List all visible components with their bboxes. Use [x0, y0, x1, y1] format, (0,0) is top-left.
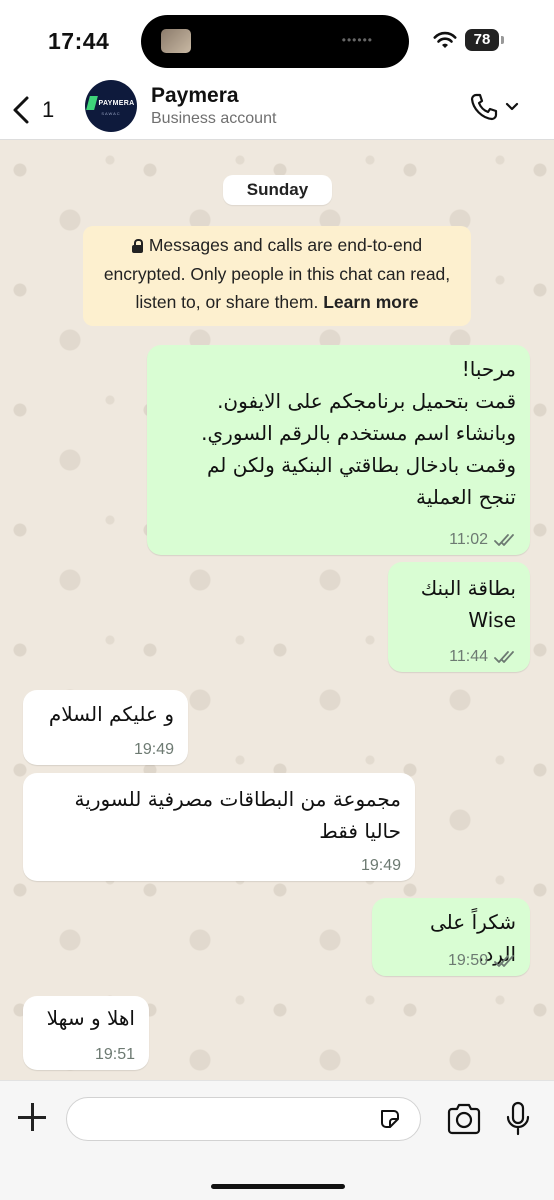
message-time: 11:44: [449, 648, 488, 665]
contact-subtitle: Business account: [151, 110, 277, 127]
message-meta: 19:51: [95, 1046, 135, 1064]
plus-icon[interactable]: [16, 1101, 48, 1133]
battery-cap: [501, 36, 504, 44]
double-check-icon: [494, 651, 514, 663]
message-line: مرحبا!: [461, 357, 516, 381]
message-text: اهلا و سهلا: [23, 996, 149, 1034]
chat-header: 1 PAYMERA SAWAC Paymera Business account: [0, 80, 554, 140]
message-line: وقمت بادخال بطاقتي البنكية ولكن لم: [206, 453, 516, 477]
message-line: مجموعة من البطاقات مصرفية للسورية: [74, 787, 401, 811]
phone-icon: [470, 93, 498, 121]
message-line: و عليكم السلام: [48, 702, 174, 726]
message-line: وبانشاء اسم مستخدم بالرقم السوري.: [201, 421, 516, 445]
lock-icon: [131, 239, 143, 253]
unread-count: 1: [42, 97, 55, 122]
paymera-logo: PAYMERA: [85, 96, 135, 110]
message-meta: 11:44: [449, 648, 516, 666]
avatar[interactable]: PAYMERA SAWAC: [85, 80, 137, 132]
home-indicator[interactable]: [211, 1184, 345, 1189]
message-bubble-outgoing[interactable]: بطاقة البنك Wise 11:44: [388, 562, 530, 672]
mic-icon[interactable]: [505, 1101, 531, 1137]
message-time: 19:49: [133, 741, 174, 758]
battery-icon: 78: [465, 29, 499, 51]
message-bubble-incoming[interactable]: مجموعة من البطاقات مصرفية للسورية حاليا …: [23, 773, 415, 881]
message-time: 19:50: [447, 952, 488, 969]
call-button[interactable]: [468, 92, 524, 122]
learn-more-link[interactable]: Learn more: [323, 292, 418, 312]
message-text: مجموعة من البطاقات مصرفية للسورية حاليا …: [23, 773, 415, 847]
message-meta: 19:49: [134, 741, 174, 759]
camera-icon[interactable]: [446, 1103, 482, 1135]
message-meta: 19:49: [361, 857, 401, 875]
message-time: 19:49: [360, 857, 401, 874]
audio-wave-icon: ••••••: [341, 33, 373, 47]
message-text: و عليكم السلام: [23, 690, 188, 730]
dynamic-island[interactable]: ••••••: [141, 15, 409, 68]
encryption-notice[interactable]: Messages and calls are end-to-end encryp…: [83, 226, 471, 326]
status-bar: 17:44 •••••• 78: [0, 0, 554, 80]
date-separator: Sunday: [223, 175, 332, 205]
composer-bar: [0, 1080, 554, 1200]
double-check-icon: [494, 955, 514, 967]
message-input[interactable]: [66, 1097, 421, 1141]
message-line: Wise: [468, 608, 516, 632]
message-bubble-outgoing[interactable]: مرحبا! قمت بتحميل برنامجكم على الايفون. …: [147, 345, 530, 555]
message-line: اهلا و سهلا: [46, 1006, 135, 1030]
back-chevron-icon: [13, 96, 29, 124]
logo-text: PAYMERA: [98, 99, 135, 107]
message-line: حاليا فقط: [319, 819, 401, 843]
message-text: مرحبا! قمت بتحميل برنامجكم على الايفون. …: [147, 345, 530, 513]
wifi-icon: [433, 31, 457, 48]
message-meta: 11:02: [449, 531, 516, 549]
back-button[interactable]: 1: [10, 92, 70, 128]
logo-subtext: SAWAC: [101, 111, 121, 116]
contact-name[interactable]: Paymera: [151, 84, 239, 108]
message-bubble-incoming[interactable]: و عليكم السلام 19:49: [23, 690, 188, 765]
message-bubble-incoming[interactable]: اهلا و سهلا 19:51: [23, 996, 149, 1070]
logo-mark-icon: [85, 96, 98, 110]
double-check-icon: [494, 534, 514, 546]
chevron-down-icon: [505, 102, 519, 111]
message-time: 11:02: [449, 531, 488, 548]
message-text: بطاقة البنك Wise: [388, 562, 530, 636]
media-thumbnail: [161, 29, 191, 53]
message-time: 19:51: [94, 1046, 135, 1063]
status-time: 17:44: [48, 28, 110, 54]
message-line: تنجح العملية: [415, 485, 516, 509]
message-line: قمت بتحميل برنامجكم على الايفون.: [217, 389, 516, 413]
message-line: بطاقة البنك: [420, 576, 516, 600]
message-bubble-outgoing[interactable]: شكراً على الرد. 19:50: [372, 898, 530, 976]
message-meta: 19:50: [448, 952, 516, 970]
sticker-icon[interactable]: [378, 1107, 402, 1131]
